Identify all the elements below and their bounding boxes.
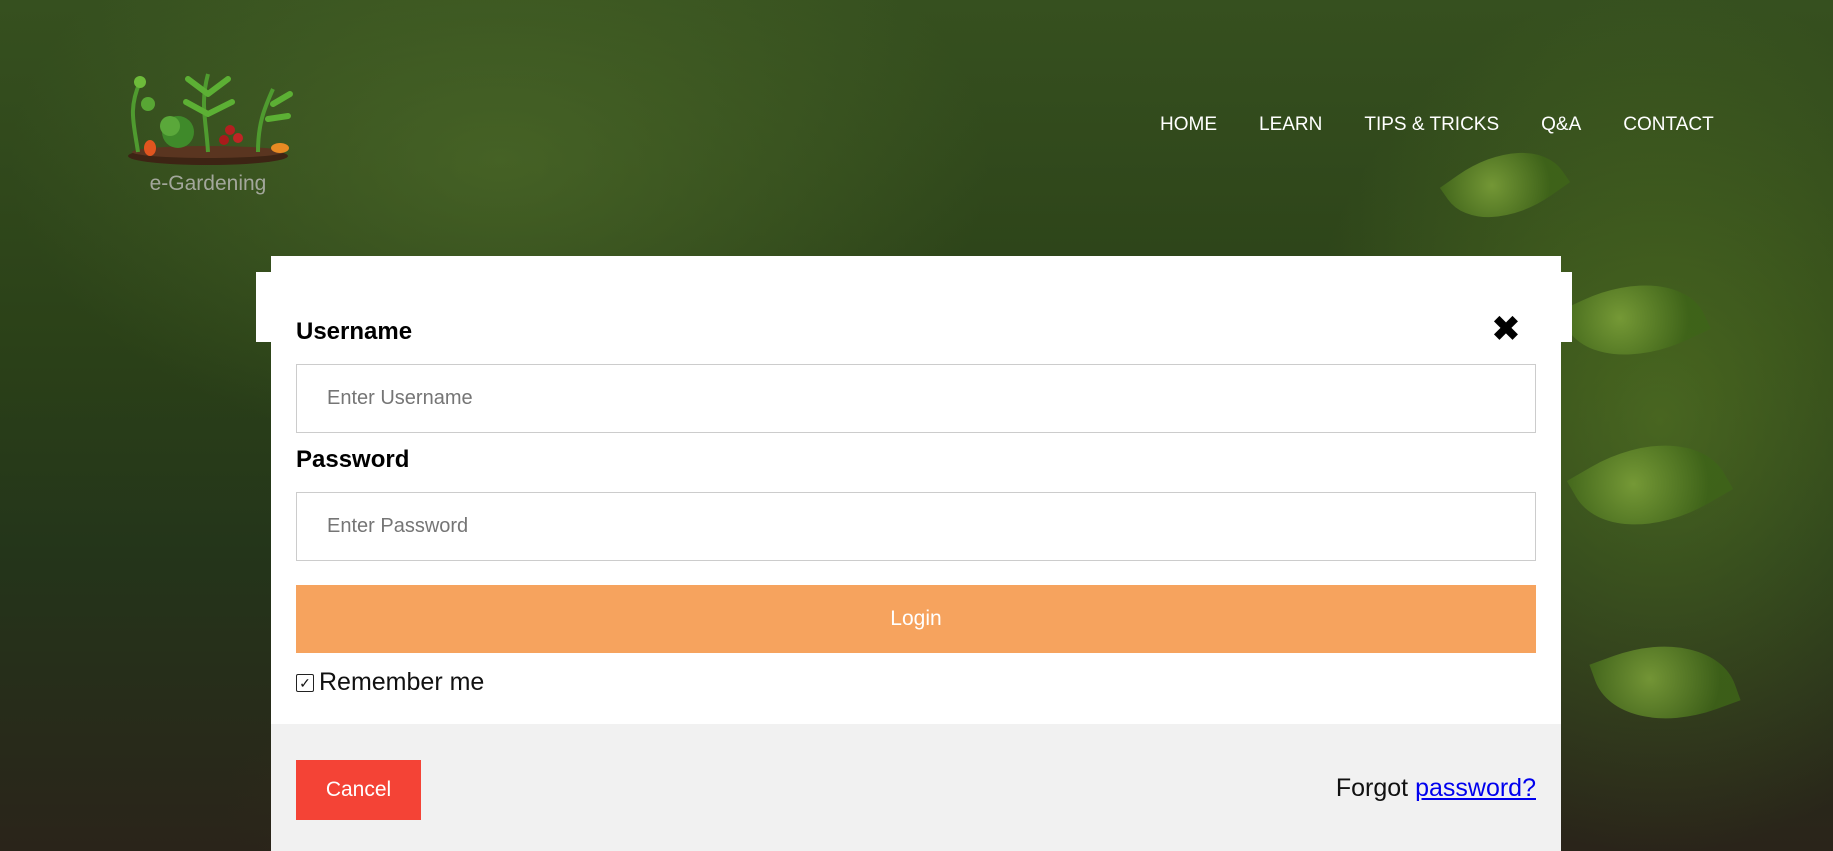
nav-home[interactable]: HOME [1160, 114, 1217, 136]
modal-footer: Cancel Forgot password? [271, 724, 1561, 851]
brand-title: e-Gardening [149, 172, 267, 195]
username-input[interactable] [296, 364, 1536, 433]
logo[interactable]: e-Gardening [108, 64, 308, 204]
login-button[interactable]: Login [296, 585, 1536, 653]
forgot-prefix: Forgot [1335, 774, 1409, 802]
remember-me: ✓ Remember me [296, 668, 484, 697]
password-label: Password [296, 446, 410, 473]
password-input[interactable] [296, 492, 1536, 561]
close-icon[interactable]: ✖ [1491, 312, 1521, 348]
remember-label: Remember me [319, 668, 485, 696]
main-nav: HOME LEARN TIPS & TRICKS Q&A CONTACT [1160, 114, 1714, 136]
nav-qa[interactable]: Q&A [1541, 114, 1581, 136]
forgot-password: Forgot password? [1336, 774, 1536, 803]
cancel-button[interactable]: Cancel [296, 760, 421, 820]
remember-checkbox[interactable]: ✓ [296, 673, 314, 692]
nav-learn[interactable]: LEARN [1259, 114, 1322, 136]
garden-plants-logo-icon [128, 73, 293, 165]
login-form: ✖ Username Password Login ✓ Remember me [271, 256, 1561, 724]
nav-contact[interactable]: CONTACT [1623, 114, 1713, 136]
nav-tips-tricks[interactable]: TIPS & TRICKS [1364, 114, 1499, 136]
login-modal: ✖ Username Password Login ✓ Remember me … [271, 256, 1561, 851]
forgot-password-link[interactable]: password? [1415, 774, 1536, 802]
username-label: Username [296, 318, 413, 345]
